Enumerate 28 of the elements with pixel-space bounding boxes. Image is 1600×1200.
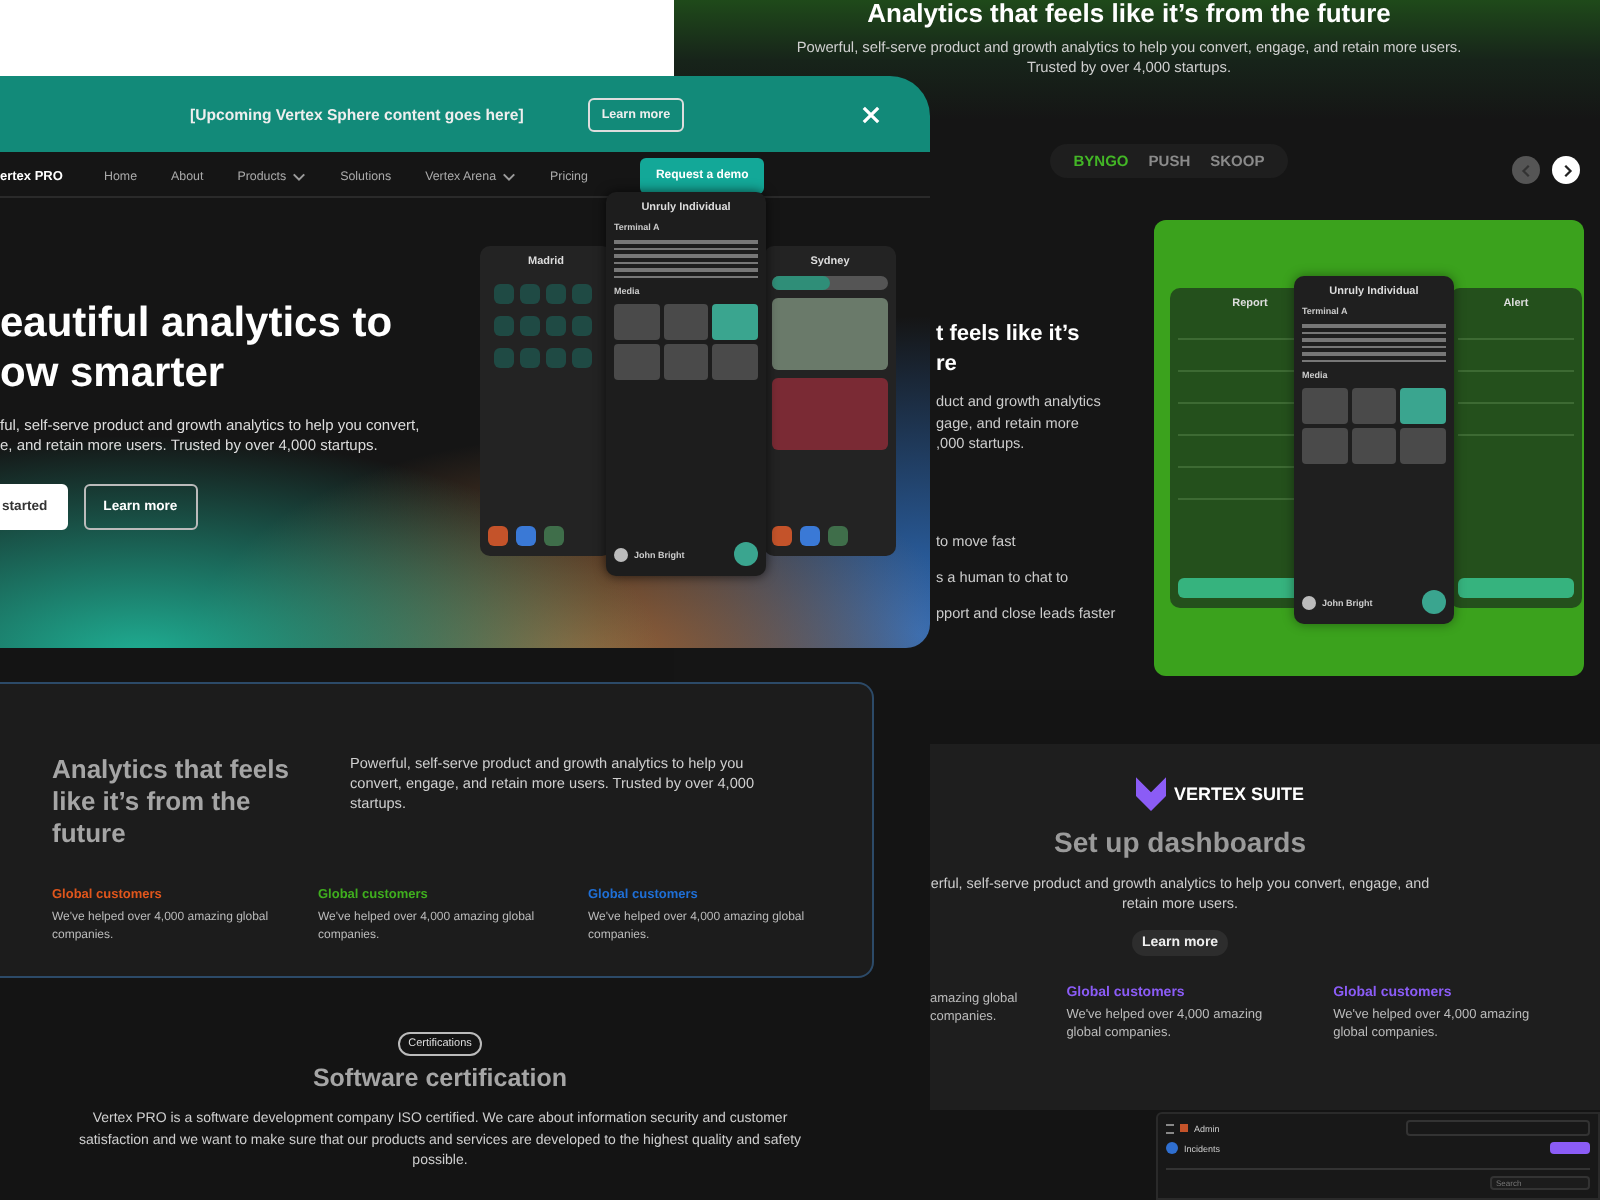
brand-name: VERTEX SUITE bbox=[1173, 784, 1304, 804]
chevron-down-icon[interactable] bbox=[502, 171, 517, 181]
photo-placeholder bbox=[772, 298, 888, 370]
submit-button-drawing bbox=[1457, 578, 1574, 598]
card-heading: Analytics that feels like it’s from the future bbox=[52, 754, 291, 850]
app-icon bbox=[1180, 1124, 1188, 1132]
photo-grid-drawing bbox=[614, 304, 758, 380]
avatar-icon bbox=[614, 547, 628, 561]
primary-button-drawing bbox=[1550, 1142, 1590, 1154]
section-heading: Set up dashboards bbox=[1053, 826, 1307, 858]
section-heading: Analytics that feels like it’s from the future bbox=[865, 0, 1393, 28]
butterfly-logo-icon bbox=[1135, 776, 1166, 812]
headset-button[interactable] bbox=[1421, 590, 1446, 614]
hero-heading: eautiful analytics to ow smarter bbox=[0, 298, 393, 398]
avatar-icon bbox=[1301, 595, 1316, 609]
text-lines-drawing bbox=[614, 240, 758, 278]
chevron-left-icon bbox=[1519, 163, 1533, 177]
section-heading: Software certification bbox=[312, 1064, 568, 1092]
headset-button[interactable] bbox=[734, 542, 758, 566]
photo-placeholder bbox=[772, 378, 888, 450]
chevron-down-icon[interactable] bbox=[292, 171, 307, 181]
close-icon[interactable] bbox=[862, 105, 880, 123]
previous-button[interactable] bbox=[1512, 156, 1540, 184]
chevron-right-icon bbox=[1559, 163, 1573, 177]
next-button[interactable] bbox=[1552, 156, 1580, 184]
incident-icon bbox=[1166, 1142, 1178, 1154]
toggle-drawing bbox=[772, 276, 888, 290]
section-heading: t feels like it’s re bbox=[936, 320, 1082, 380]
